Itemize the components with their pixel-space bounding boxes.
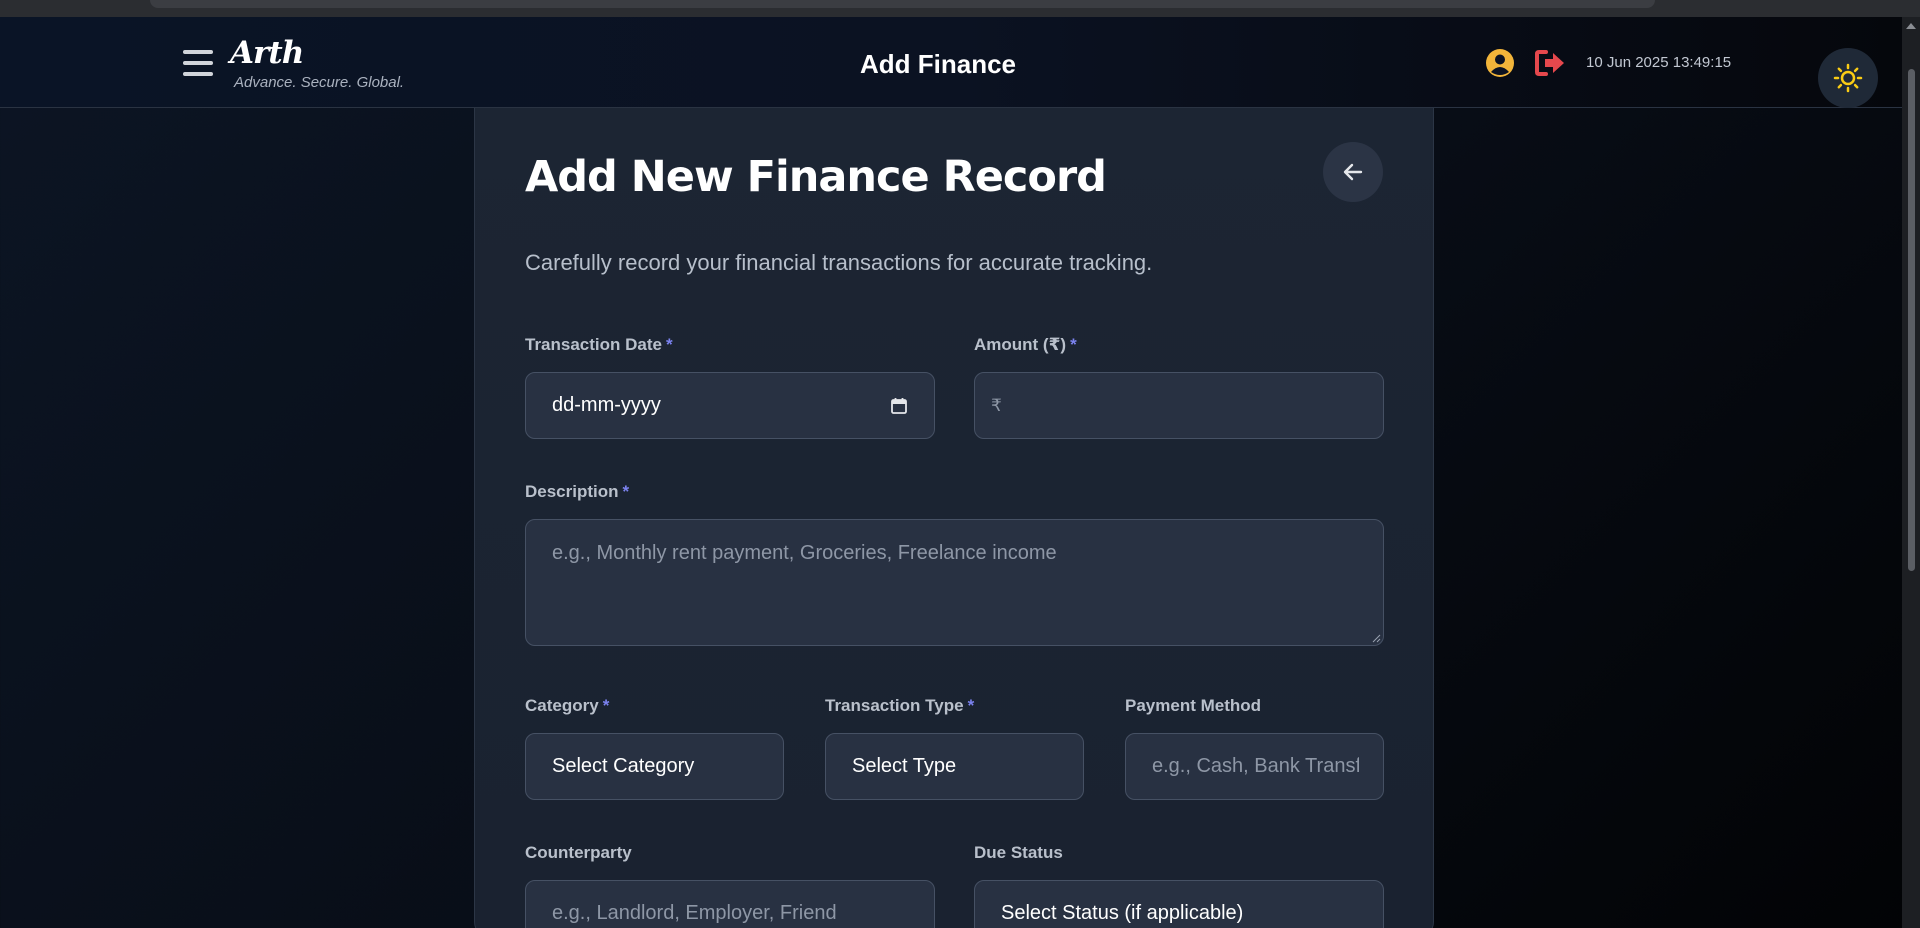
due-status-selected-value: Select Status (if applicable) — [1001, 902, 1244, 924]
counterparty-label: Counterparty — [525, 843, 632, 863]
counterparty-label-text: Counterparty — [525, 843, 632, 862]
transaction-date-placeholder: dd-mm-yyyy — [552, 394, 661, 416]
form-subtitle: Carefully record your financial transact… — [525, 250, 1153, 275]
description-label-text: Description — [525, 482, 619, 501]
due-status-select[interactable]: Select Status (if applicable) — [974, 880, 1384, 928]
transaction-type-select[interactable]: Select Type — [825, 733, 1084, 800]
description-label: Description * — [525, 482, 629, 502]
back-button[interactable] — [1323, 142, 1383, 202]
header-datetime: 10 Jun 2025 13:49:15 — [1586, 54, 1732, 71]
payment-method-placeholder: e.g., Cash, Bank Transfer — [1152, 755, 1359, 777]
transaction-type-label: Transaction Type * — [825, 696, 974, 716]
browser-address-bar-edge — [150, 0, 1655, 8]
logout-icon[interactable] — [1535, 49, 1566, 77]
amount-input[interactable]: ₹ — [974, 372, 1384, 439]
transaction-date-label: Transaction Date * — [525, 335, 673, 355]
counterparty-placeholder: e.g., Landlord, Employer, Friend — [552, 902, 837, 924]
transaction-date-label-text: Transaction Date — [525, 335, 662, 354]
form-title: Add New Finance Record — [525, 152, 1107, 202]
scrollbar-thumb[interactable] — [1908, 69, 1915, 571]
required-marker: * — [602, 696, 610, 715]
description-textarea[interactable]: e.g., Monthly rent payment, Groceries, F… — [525, 519, 1384, 646]
rupee-prefix: ₹ — [991, 395, 1002, 415]
app-header: Arth Advance. Secure. Global. Add Financ… — [0, 17, 1902, 108]
category-label: Category * — [525, 696, 609, 716]
sun-icon — [1833, 63, 1863, 93]
theme-toggle-button[interactable] — [1818, 48, 1878, 108]
user-circle-icon[interactable] — [1485, 48, 1515, 78]
counterparty-input[interactable]: e.g., Landlord, Employer, Friend — [525, 880, 935, 928]
due-status-label-text: Due Status — [974, 843, 1063, 862]
required-marker: * — [666, 335, 673, 354]
add-finance-form-card: Add New Finance Record Carefully record … — [474, 108, 1434, 928]
transaction-type-label-text: Transaction Type — [825, 696, 964, 715]
page-scrollbar[interactable] — [1902, 17, 1920, 928]
category-select[interactable]: Select Category — [525, 733, 784, 800]
browser-chrome-strip — [0, 0, 1920, 17]
amount-label: Amount (₹) * — [974, 335, 1077, 355]
required-marker: * — [967, 696, 975, 715]
calendar-icon[interactable] — [890, 397, 908, 415]
transaction-type-selected-value: Select Type — [852, 755, 957, 777]
required-marker: * — [1070, 335, 1077, 354]
transaction-date-input[interactable]: dd-mm-yyyy — [525, 372, 935, 439]
resize-handle-icon[interactable] — [1371, 633, 1381, 643]
description-placeholder: e.g., Monthly rent payment, Groceries, F… — [552, 542, 1057, 564]
payment-method-input[interactable]: e.g., Cash, Bank Transfer — [1125, 733, 1384, 800]
amount-label-text: Amount (₹) — [974, 335, 1067, 354]
category-label-text: Category — [525, 696, 599, 715]
arrow-left-icon — [1343, 163, 1363, 181]
due-status-label: Due Status — [974, 843, 1063, 863]
scroll-up-arrow-icon[interactable] — [1906, 23, 1916, 29]
payment-method-label: Payment Method — [1125, 696, 1261, 716]
payment-method-label-text: Payment Method — [1125, 696, 1262, 715]
required-marker: * — [622, 482, 630, 501]
category-selected-value: Select Category — [552, 755, 695, 777]
